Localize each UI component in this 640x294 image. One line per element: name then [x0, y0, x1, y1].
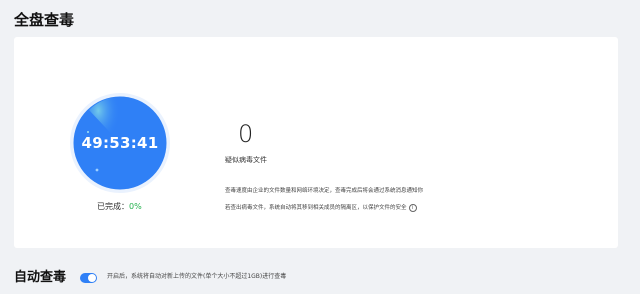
- progress-label: 已完成：: [97, 202, 129, 211]
- auto-scan-toggle[interactable]: [80, 273, 97, 283]
- description-line-text: 若查出病毒文件，系统自动将其移到相关成员的隔离区，以保护文件的安全: [225, 205, 407, 211]
- auto-scan-title: 自动查毒: [14, 270, 67, 285]
- info-icon[interactable]: i: [408, 203, 417, 212]
- scan-description: 查毒速度由企业的文件数量和网络环境决定，查毒完成后将会通过系统消息通知你 若查出…: [225, 183, 475, 217]
- virus-count-label: 疑似病毒文件: [225, 156, 267, 164]
- virus-count: 0: [238, 120, 254, 148]
- toggle-knob: [88, 274, 96, 282]
- description-line-2: 若查出病毒文件，系统自动将其移到相关成员的隔离区，以保护文件的安全 i: [225, 200, 475, 217]
- scan-timer: 49:53:41: [81, 134, 159, 152]
- auto-scan-description: 开启后，系统将自动对新上传的文件(单个大小不超过1GB)进行查毒: [107, 273, 287, 280]
- description-line: 查毒速度由企业的文件数量和网络环境决定，查毒完成后将会通过系统消息通知你: [225, 188, 424, 194]
- progress-status: 已完成：0%: [97, 201, 142, 212]
- page-title: 全盘查毒: [14, 11, 75, 29]
- progress-value: 0%: [129, 202, 142, 211]
